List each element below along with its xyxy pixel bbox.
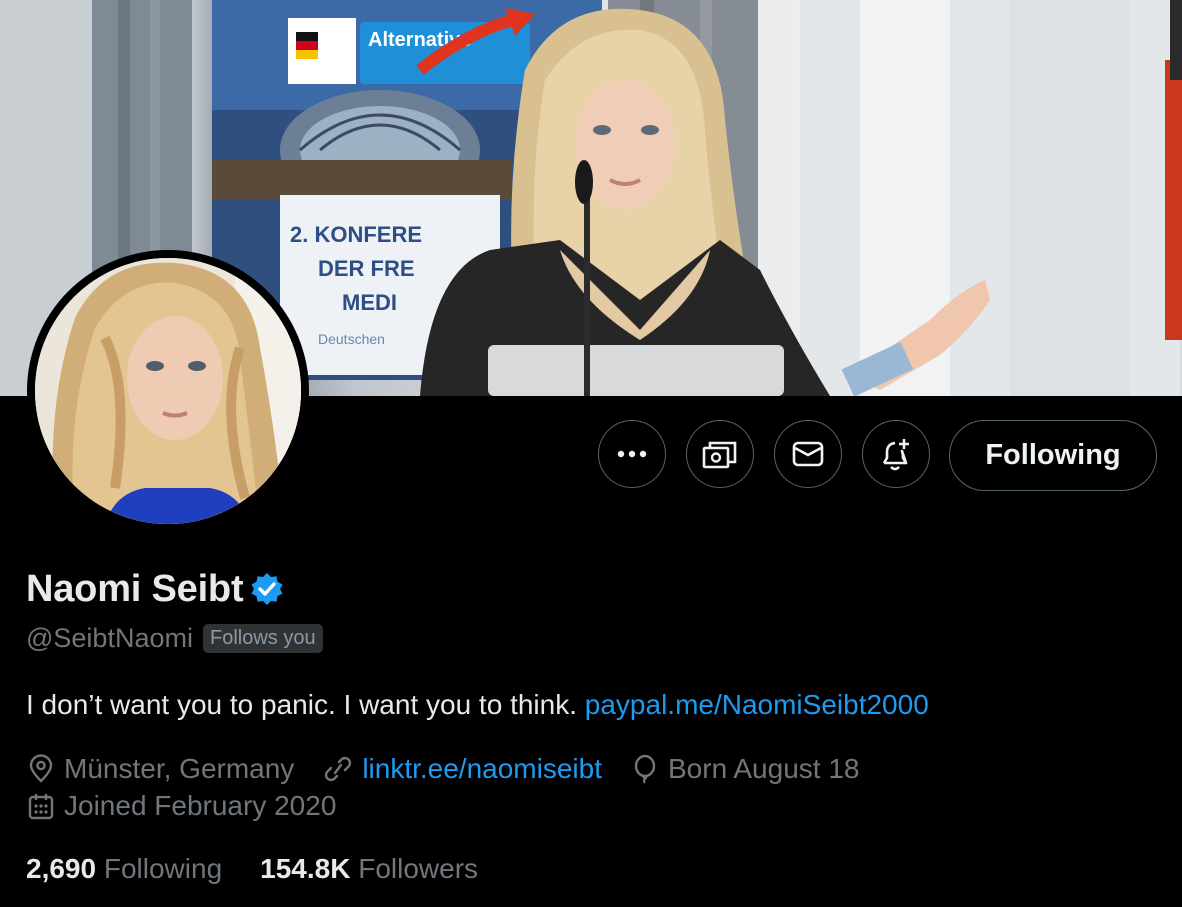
followers-count: 154.8K bbox=[260, 853, 351, 884]
handle-row: @SeibtNaomi Follows you bbox=[26, 620, 323, 656]
user-handle: @SeibtNaomi bbox=[26, 622, 193, 653]
following-button[interactable]: Following bbox=[949, 420, 1157, 491]
message-button[interactable] bbox=[774, 420, 842, 488]
svg-text:Deutschen: Deutschen bbox=[318, 331, 385, 347]
followers-label: Followers bbox=[358, 853, 479, 884]
tip-jar-icon bbox=[702, 441, 737, 469]
calendar-icon bbox=[28, 794, 54, 820]
profile-name-row: Naomi Seibt bbox=[26, 566, 285, 612]
joined-item: Joined February 2020 bbox=[26, 790, 336, 822]
avatar-photo bbox=[35, 258, 301, 524]
svg-text:DER FRE: DER FRE bbox=[318, 256, 415, 281]
following-count: 2,690 bbox=[26, 853, 97, 884]
tip-button[interactable] bbox=[686, 420, 754, 488]
profile-joined-row: Joined February 2020 bbox=[26, 790, 364, 822]
svg-text:2. KONFERE: 2. KONFERE bbox=[290, 222, 422, 247]
profile-avatar[interactable] bbox=[27, 250, 309, 532]
follows-you-badge: Follows you bbox=[202, 623, 323, 653]
following-label: Following bbox=[103, 853, 223, 884]
follow-stats: 2,690 Following 154.8K Followers bbox=[26, 853, 516, 885]
notifications-button[interactable] bbox=[862, 420, 930, 488]
bio-link[interactable]: paypal.me/NaomiSeibt2000 bbox=[585, 689, 929, 720]
birthday-text: Born August 18 bbox=[668, 753, 860, 784]
joined-text: Joined February 2020 bbox=[64, 790, 337, 821]
link-icon bbox=[325, 756, 352, 782]
birthday-item: Born August 18 bbox=[630, 753, 859, 785]
envelope-icon bbox=[792, 441, 824, 467]
bio-text: I don’t want you to panic. I want you to… bbox=[26, 689, 577, 720]
location-item: Münster, Germany bbox=[26, 753, 294, 785]
following-stat-link[interactable]: 2,690 Following bbox=[26, 853, 222, 885]
svg-text:MEDI: MEDI bbox=[342, 290, 397, 315]
profile-bio: I don’t want you to panic. I want you to… bbox=[26, 689, 929, 721]
website-link[interactable]: linktr.ee/naomiseibt bbox=[362, 753, 602, 785]
location-text: Münster, Germany bbox=[64, 753, 295, 784]
website-item: linktr.ee/naomiseibt bbox=[322, 753, 602, 785]
location-pin-icon bbox=[29, 754, 53, 783]
more-options-button[interactable] bbox=[598, 420, 666, 488]
followers-stat-link[interactable]: 154.8K Followers bbox=[260, 853, 478, 885]
balloon-icon bbox=[634, 754, 656, 784]
verified-badge-icon[interactable] bbox=[249, 571, 285, 607]
profile-meta-row: Münster, Germany linktr.ee/naomiseibt Bo… bbox=[26, 753, 887, 785]
bell-plus-icon bbox=[882, 439, 909, 471]
display-name: Naomi Seibt bbox=[26, 567, 244, 610]
more-horizontal-icon bbox=[617, 450, 647, 458]
